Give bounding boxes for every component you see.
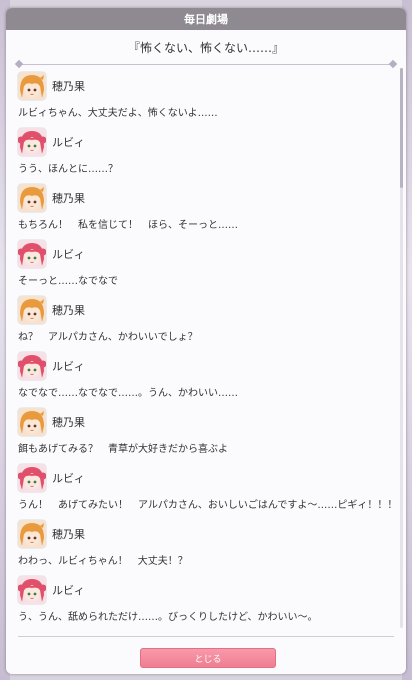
- dialogue-line: うう、ほんとに……？: [18, 164, 118, 175]
- dialogue-entry: ルビィなでなで……なでなで……。うん、かわいい……: [16, 349, 396, 405]
- honoka-avatar-icon: [18, 408, 46, 436]
- story-dialog: 毎日劇場 『怖くない、怖くない……』 穂乃果 ルビィちゃん、大丈夫だよ、怖くないよ…: [6, 8, 406, 674]
- dialogue-line: うん！ あげてみたい！ アルパカさん、おいしいごはんですよ～……ピギィ！！！: [18, 500, 398, 511]
- speaker-name: 穂乃果: [52, 416, 85, 429]
- dialogue-line: ルビィちゃん、大丈夫だよ、怖くないよ……: [18, 108, 218, 119]
- close-button[interactable]: とじる: [140, 648, 276, 668]
- dialogue-line: 餌もあげてみる？ 青草が大好きだから喜ぶよ: [18, 444, 228, 455]
- dialogue-entry: 穂乃果もちろん！ 私を信じて！ ほら、そーっと……: [16, 181, 396, 237]
- speaker-name: 穂乃果: [52, 80, 85, 93]
- ruby-avatar-icon: [18, 352, 46, 380]
- ruby-avatar-icon: [18, 464, 46, 492]
- honoka-avatar-icon: [18, 520, 46, 548]
- footer-divider: [18, 636, 394, 637]
- honoka-avatar-icon: [18, 72, 46, 100]
- dialogue-entry: ルビィうう、ほんとに……？: [16, 125, 396, 181]
- honoka-avatar-icon: [18, 296, 46, 324]
- ruby-avatar-icon: [18, 128, 46, 156]
- speaker-name: 穂乃果: [52, 192, 85, 205]
- dialogue-log[interactable]: 穂乃果 ルビィちゃん、大丈夫だよ、怖くないよ…… ルビィ うう、ほんとに……？ 穂乃…: [6, 65, 406, 627]
- dialogue-entry: 穂乃果ね？ アルパカさん、かわいいでしょ？: [16, 293, 396, 349]
- dialogue-line: そーっと……なでなで: [18, 276, 118, 287]
- speaker-name: ルビィ: [52, 248, 85, 261]
- speaker-name: 穂乃果: [52, 304, 85, 317]
- dialogue-line: なでなで……なでなで……。うん、かわいい……: [18, 388, 238, 399]
- dialogue-line: うちにもいたらいいのになあ: [18, 625, 148, 627]
- dialogue-entry: 穂乃果わわっ、ルビィちゃん！ 大丈夫！？: [16, 517, 396, 573]
- speaker-name: ルビィ: [52, 360, 85, 373]
- honoka-avatar-icon: [18, 184, 46, 212]
- ruby-avatar-icon: [18, 576, 46, 604]
- dialogue-line: もちろん！ 私を信じて！ ほら、そーっと……: [18, 220, 238, 231]
- dialogue-entry: 穂乃果餌もあげてみる？ 青草が大好きだから喜ぶよ: [16, 405, 396, 461]
- dialogue-entry: ルビィうん！ あげてみたい！ アルパカさん、おいしいごはんですよ～……ピギィ！！…: [16, 461, 398, 517]
- dialogue-entry: 穂乃果ルビィちゃん、大丈夫だよ、怖くないよ……: [16, 69, 396, 125]
- speaker-name: ルビィ: [52, 584, 85, 597]
- speaker-name: ルビィ: [52, 472, 85, 485]
- episode-title: 『怖くない、怖くない……』: [127, 40, 284, 55]
- dialogue-line: ね？ アルパカさん、かわいいでしょ？: [18, 332, 198, 343]
- ruby-avatar-icon: [18, 240, 46, 268]
- dialogue-line: う、うん、舐められただけ……。びっくりしたけど、かわいい～。: [18, 612, 318, 623]
- dialogue-entry: ルビィう、うん、舐められただけ……。びっくりしたけど、かわいい～。うちにもいたら…: [16, 573, 396, 627]
- dialogue-entry: ルビィそーっと……なでなで: [16, 237, 396, 293]
- dialog-header: 毎日劇場: [6, 8, 406, 30]
- scrollbar-thumb[interactable]: [400, 68, 403, 188]
- dialogue-line: わわっ、ルビィちゃん！ 大丈夫！？: [18, 556, 188, 567]
- dialog-title: 毎日劇場: [184, 13, 228, 26]
- speaker-name: ルビィ: [52, 136, 85, 149]
- dialogue-scrollbar[interactable]: [400, 68, 403, 628]
- speaker-name: 穂乃果: [52, 528, 85, 541]
